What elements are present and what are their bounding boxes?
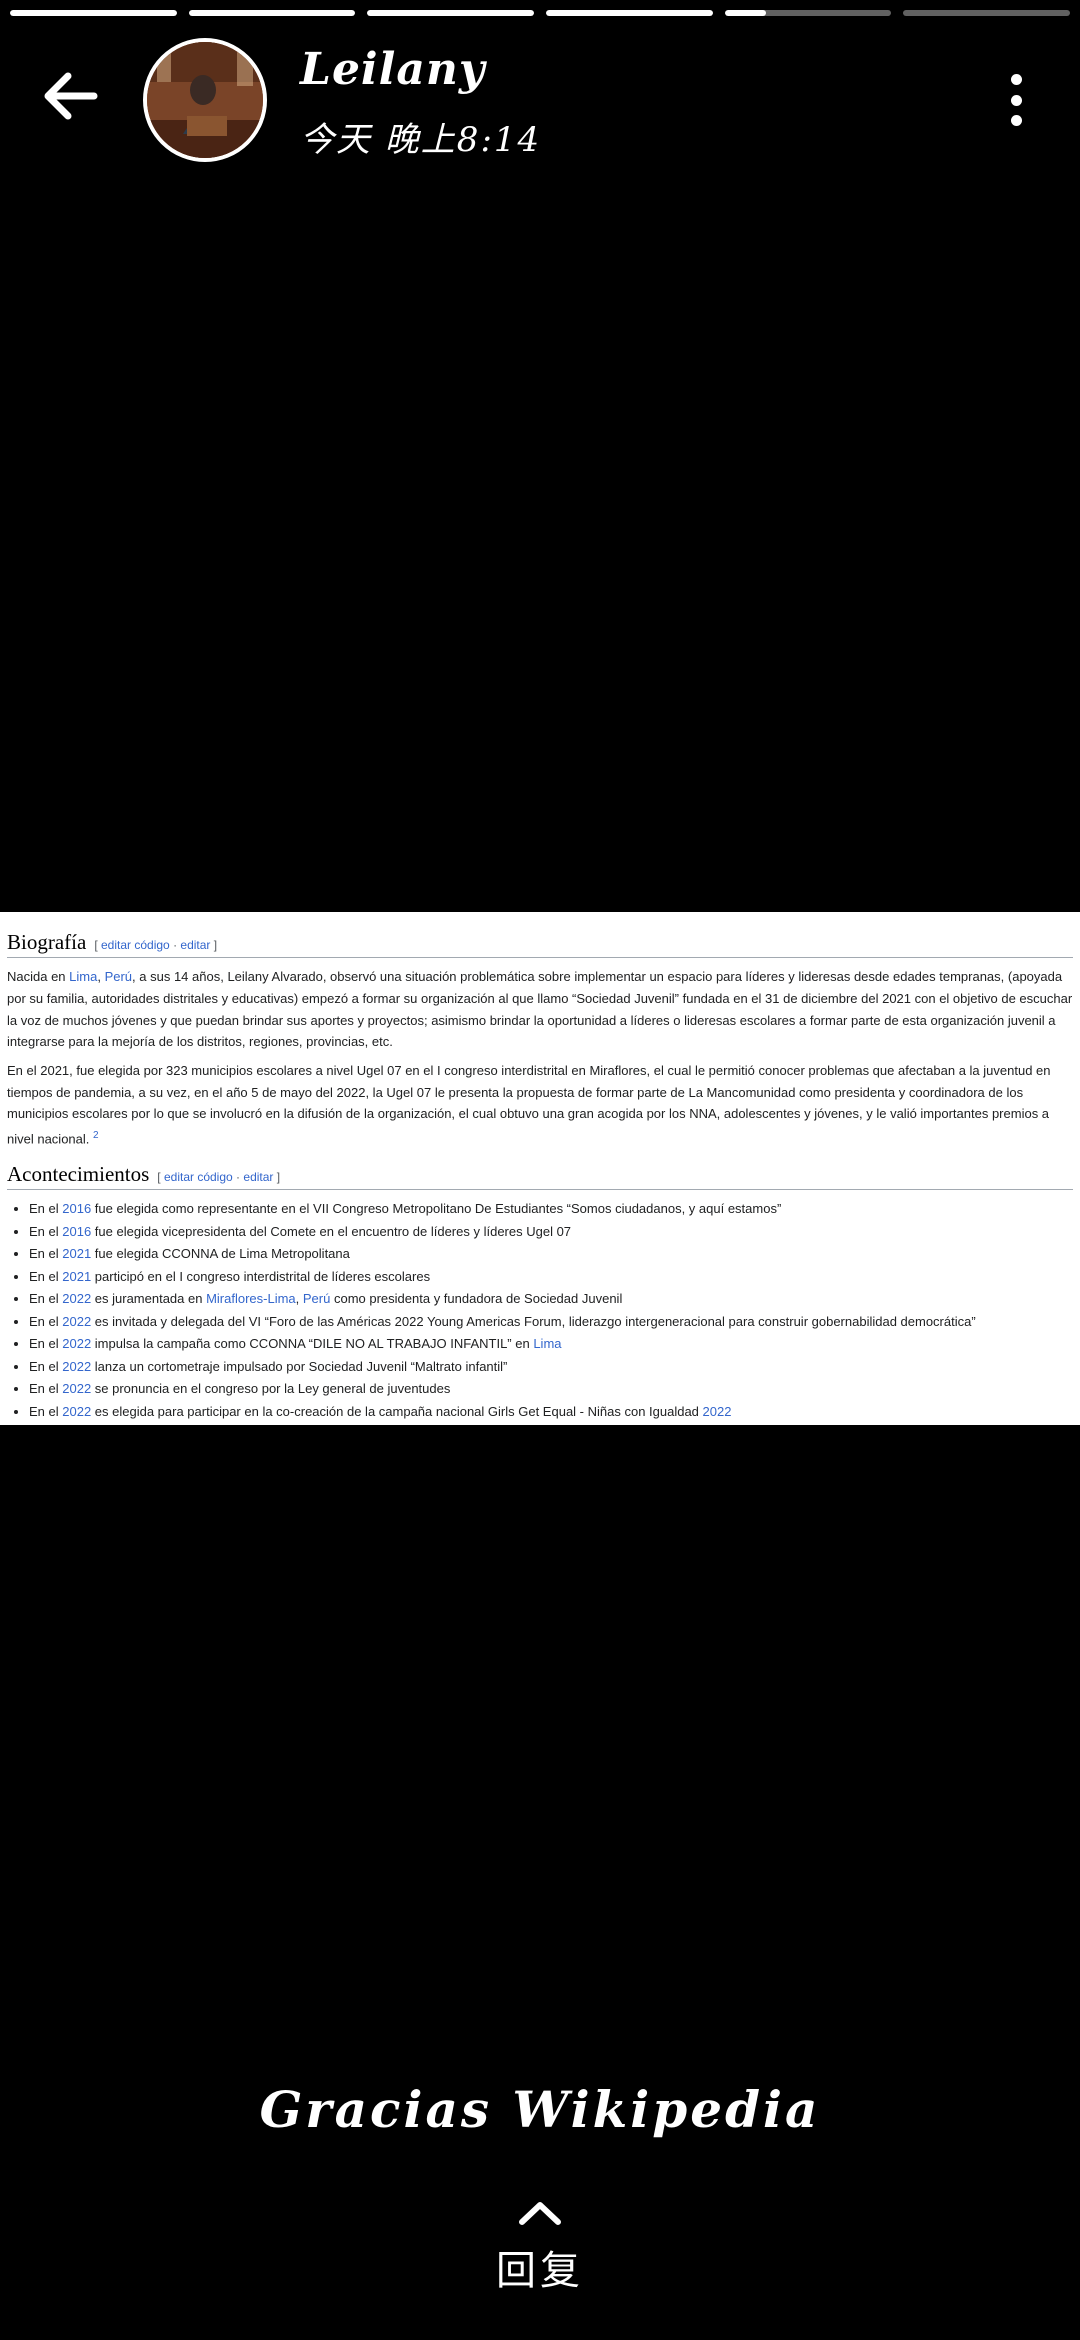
progress-segment bbox=[903, 10, 1071, 16]
text: En el bbox=[29, 1313, 63, 1329]
text: como presidenta y fundadora de Sociedad … bbox=[330, 1291, 623, 1307]
edit-bracket: ] bbox=[213, 938, 218, 952]
progress-segment bbox=[10, 10, 177, 16]
section-heading-biografia: Biografía [ editar código · editar ] bbox=[7, 930, 1073, 959]
year-link[interactable]: 2022 bbox=[62, 1336, 91, 1351]
avatar-photo bbox=[147, 42, 263, 158]
year-link[interactable]: 2016 bbox=[62, 1201, 91, 1216]
chevron-up-icon bbox=[519, 2202, 561, 2225]
progress-fill bbox=[724, 10, 767, 16]
text: es invitada y delegada del VI “Foro de l… bbox=[91, 1313, 976, 1329]
more-vertical-icon-dot bbox=[1010, 115, 1022, 126]
year-link[interactable]: 2022 bbox=[62, 1404, 91, 1419]
year-link[interactable]: 2022 bbox=[62, 1359, 91, 1374]
more-vertical-icon-dot bbox=[1010, 94, 1022, 106]
year-link[interactable]: 2016 bbox=[62, 1224, 91, 1239]
heading-text: Acontecimientos bbox=[7, 1162, 150, 1187]
text: , bbox=[295, 1291, 303, 1307]
text: En el bbox=[29, 1381, 63, 1397]
edit-link[interactable]: editar bbox=[180, 938, 210, 952]
text: En el 2021, fue elegida por 323 municipi… bbox=[7, 1063, 1051, 1147]
text: impulsa la campaña como CCONNA “DILE NO … bbox=[91, 1336, 534, 1352]
edit-bracket: [ bbox=[94, 938, 98, 952]
post-time: 今天 晚上8:14 bbox=[300, 120, 542, 160]
text: fue elegida CCONNA de Lima Metropolitana bbox=[91, 1246, 350, 1262]
list-item: En el 2022 es invitada y delegada del VI… bbox=[29, 1311, 1073, 1334]
progress-fill bbox=[188, 10, 356, 16]
user-name[interactable]: Leilany bbox=[300, 44, 485, 95]
link-lima[interactable]: Lima bbox=[69, 969, 97, 984]
edit-link[interactable]: editar bbox=[243, 1170, 273, 1184]
list-item: En el 2016 fue elegida como representant… bbox=[29, 1198, 1073, 1221]
year-link[interactable]: 2021 bbox=[62, 1246, 91, 1261]
more-options-button[interactable] bbox=[986, 66, 1046, 134]
edit-bracket: ] bbox=[276, 1170, 281, 1185]
progress-fill bbox=[10, 10, 177, 16]
progress-segment bbox=[188, 10, 356, 16]
wikipedia-screenshot: Biografía [ editar código · editar ] Naci… bbox=[0, 912, 1080, 1425]
edit-links: [ editar código · editar ] bbox=[157, 1170, 280, 1184]
text: En el bbox=[29, 1336, 63, 1352]
edit-code-link[interactable]: editar código bbox=[164, 1170, 233, 1184]
edit-bracket: [ bbox=[157, 1170, 161, 1185]
more-vertical-icon bbox=[1010, 74, 1022, 85]
bio-paragraph-1: Nacida en Lima, Perú, a sus 14 años, Lei… bbox=[7, 966, 1073, 1053]
list-item: En el 2022 se pronuncia en el congreso p… bbox=[29, 1378, 1073, 1401]
year-link[interactable]: 2021 bbox=[62, 1269, 91, 1284]
arrow-left-icon bbox=[44, 72, 98, 120]
reply-button[interactable]: 回复 bbox=[440, 2200, 640, 2310]
heading-text: Biografía bbox=[7, 930, 87, 954]
link-lima[interactable]: Lima bbox=[533, 1336, 561, 1351]
edit-sep: · bbox=[236, 1170, 241, 1185]
text: lanza un cortometraje impulsado por Soci… bbox=[91, 1358, 508, 1374]
link-peru[interactable]: Perú bbox=[303, 1291, 330, 1306]
text: , bbox=[97, 969, 105, 985]
text: participó en el I congreso interdistrita… bbox=[91, 1268, 431, 1284]
year-link[interactable]: 2022 bbox=[62, 1291, 91, 1306]
text: En el bbox=[29, 1291, 63, 1307]
progress-fill bbox=[367, 10, 535, 16]
text: En el bbox=[29, 1201, 63, 1217]
year-link[interactable]: 2022 bbox=[703, 1404, 732, 1419]
text: , a sus 14 años, Leilany Alvarado, obser… bbox=[7, 969, 1073, 1050]
edit-code-link[interactable]: editar código bbox=[101, 938, 170, 952]
text: se pronuncia en el congreso por la Ley g… bbox=[91, 1381, 451, 1397]
reference-mark[interactable]: 2 bbox=[93, 1130, 99, 1141]
story-caption: Gracias Wikipedia bbox=[259, 2080, 821, 2139]
reply-label: 回复 bbox=[496, 2248, 584, 2294]
link-peru[interactable]: Perú bbox=[105, 969, 132, 984]
text: En el bbox=[29, 1268, 63, 1284]
text: es elegida para participar en la co-crea… bbox=[91, 1403, 703, 1419]
avatar[interactable] bbox=[143, 38, 267, 162]
back-button[interactable] bbox=[34, 60, 106, 132]
year-link[interactable]: 2022 bbox=[62, 1381, 91, 1396]
list-item: En el 2022 lanza un cortometraje impulsa… bbox=[29, 1356, 1073, 1379]
text: En el bbox=[29, 1223, 63, 1239]
progress-segment bbox=[367, 10, 535, 16]
progress-fill bbox=[546, 10, 713, 16]
text: En el bbox=[29, 1403, 63, 1419]
text: es juramentada en bbox=[91, 1291, 207, 1307]
list-item: En el 2022 impulsa la campaña como CCONN… bbox=[29, 1333, 1073, 1356]
list-item: En el 2016 fue elegida vicepresidenta de… bbox=[29, 1221, 1073, 1244]
progress-segment bbox=[546, 10, 713, 16]
list-item: En el 2021 fue elegida CCONNA de Lima Me… bbox=[29, 1243, 1073, 1266]
text: Nacida en bbox=[7, 969, 70, 985]
list-item: En el 2022 es juramentada en Miraflores-… bbox=[29, 1288, 1073, 1311]
edit-links: [ editar código · editar ] bbox=[94, 938, 217, 952]
section-heading-acontecimientos: Acontecimientos [ editar código · editar … bbox=[7, 1162, 1073, 1191]
text: fue elegida vicepresidenta del Comete en… bbox=[91, 1223, 572, 1239]
text: fue elegida como representante en el VII… bbox=[91, 1201, 782, 1217]
bio-paragraph-2: En el 2021, fue elegida por 323 municipi… bbox=[7, 1060, 1073, 1150]
edit-sep: · bbox=[173, 938, 178, 952]
progress-segment bbox=[724, 10, 892, 16]
text: En el bbox=[29, 1358, 63, 1374]
year-link[interactable]: 2022 bbox=[62, 1314, 91, 1329]
text: En el bbox=[29, 1246, 63, 1262]
story-progress bbox=[10, 10, 1071, 16]
list-item: En el 2022 es elegida para participar en… bbox=[29, 1401, 1073, 1424]
events-list: En el 2016 fue elegida como representant… bbox=[7, 1198, 1073, 1423]
link-miraflores-lima[interactable]: Miraflores-Lima bbox=[206, 1291, 296, 1306]
list-item: En el 2021 participó en el I congreso in… bbox=[29, 1266, 1073, 1289]
